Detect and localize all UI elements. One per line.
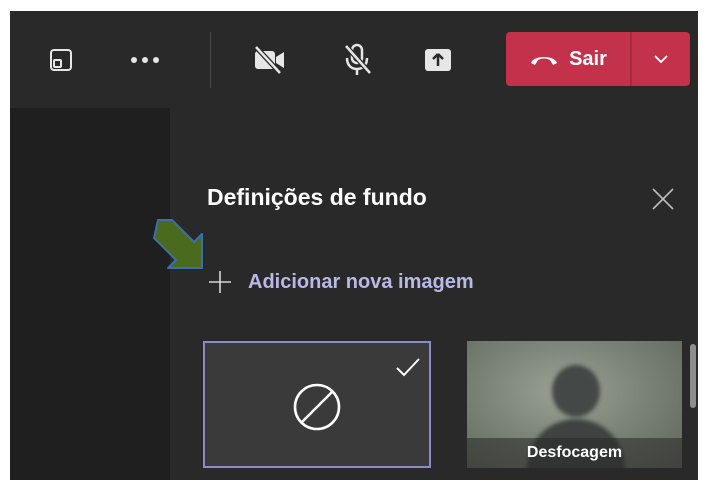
close-icon[interactable] [648, 184, 678, 214]
teams-meeting-window: Sair Definições de fundo Adicionar nova … [10, 11, 698, 480]
blurred-person-head [552, 365, 600, 417]
video-stage [10, 108, 170, 480]
blur-option-label: Desfocagem [467, 438, 682, 468]
no-background-icon [293, 383, 341, 431]
mic-off-icon[interactable] [340, 42, 374, 78]
toolbar-divider [210, 32, 211, 88]
leave-button[interactable]: Sair [506, 32, 630, 86]
meeting-toolbar: Sair [10, 11, 698, 108]
background-option-none[interactable] [203, 341, 431, 468]
panel-title: Definições de fundo [207, 184, 427, 210]
chevron-down-icon [654, 55, 668, 64]
background-option-blur[interactable]: Desfocagem [467, 341, 682, 468]
camera-off-icon[interactable] [251, 43, 289, 77]
phone-hangup-icon [531, 57, 558, 65]
pointer-arrow-icon [153, 219, 203, 269]
screen-layout-icon[interactable] [46, 45, 76, 75]
more-options-icon[interactable] [128, 45, 162, 75]
checkmark-icon [396, 358, 420, 377]
leave-options-dropdown[interactable] [632, 32, 690, 86]
background-settings-panel: Definições de fundo Adicionar nova image… [170, 108, 698, 480]
share-screen-icon[interactable] [422, 45, 454, 75]
add-new-image-label: Adicionar nova imagem [248, 270, 474, 293]
panel-scrollbar[interactable] [690, 344, 696, 408]
add-new-image-button[interactable]: Adicionar nova imagem [206, 268, 474, 296]
leave-label: Sair [569, 47, 607, 70]
